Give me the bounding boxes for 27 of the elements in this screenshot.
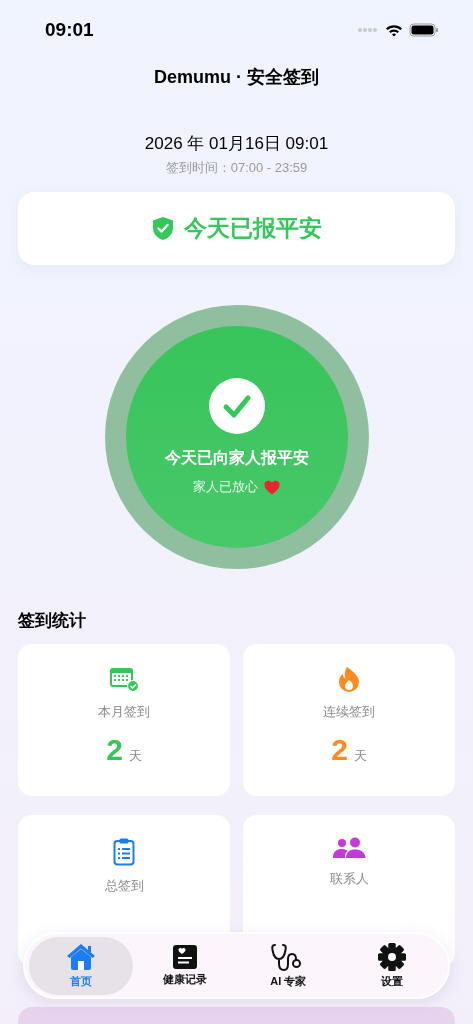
stat-label: 连续签到 [323, 703, 375, 721]
stat-unit: 天 [353, 747, 367, 765]
stat-label: 本月签到 [98, 703, 150, 721]
status-time: 09:01 [45, 19, 94, 41]
date-time: 2026 年 01月16日 09:01 [144, 133, 329, 155]
signal-icon [357, 27, 379, 33]
tab-item[interactable]: 设置 [340, 936, 444, 995]
heart-icon [264, 479, 280, 495]
checkin-window: 签到时间：07:00 - 23:59 [165, 159, 308, 177]
home-icon [65, 942, 96, 971]
stat-value: 2 [331, 733, 348, 767]
wifi-icon [385, 23, 403, 37]
tab-item[interactable]: 健康记录 [132, 936, 237, 995]
record-icon [172, 944, 197, 969]
shield-check-icon [151, 216, 174, 241]
stat-value: 2 [106, 733, 123, 767]
tab-item[interactable]: AI 专家 [236, 936, 341, 995]
section-title: 签到统计 [18, 610, 86, 632]
battery-icon [409, 23, 439, 37]
checkin-title: 今天已向家人报平安 [164, 448, 309, 468]
checkmark-icon [208, 378, 265, 434]
stat-label: 总签到 [104, 877, 144, 895]
status-text: 今天已报平安 [183, 214, 322, 243]
stat-unit: 天 [128, 747, 142, 765]
stat-label: 联系人 [329, 870, 369, 888]
page-title: Demumu · 安全签到 [154, 66, 319, 89]
checkin-subtitle: 家人已放心 [193, 478, 258, 496]
